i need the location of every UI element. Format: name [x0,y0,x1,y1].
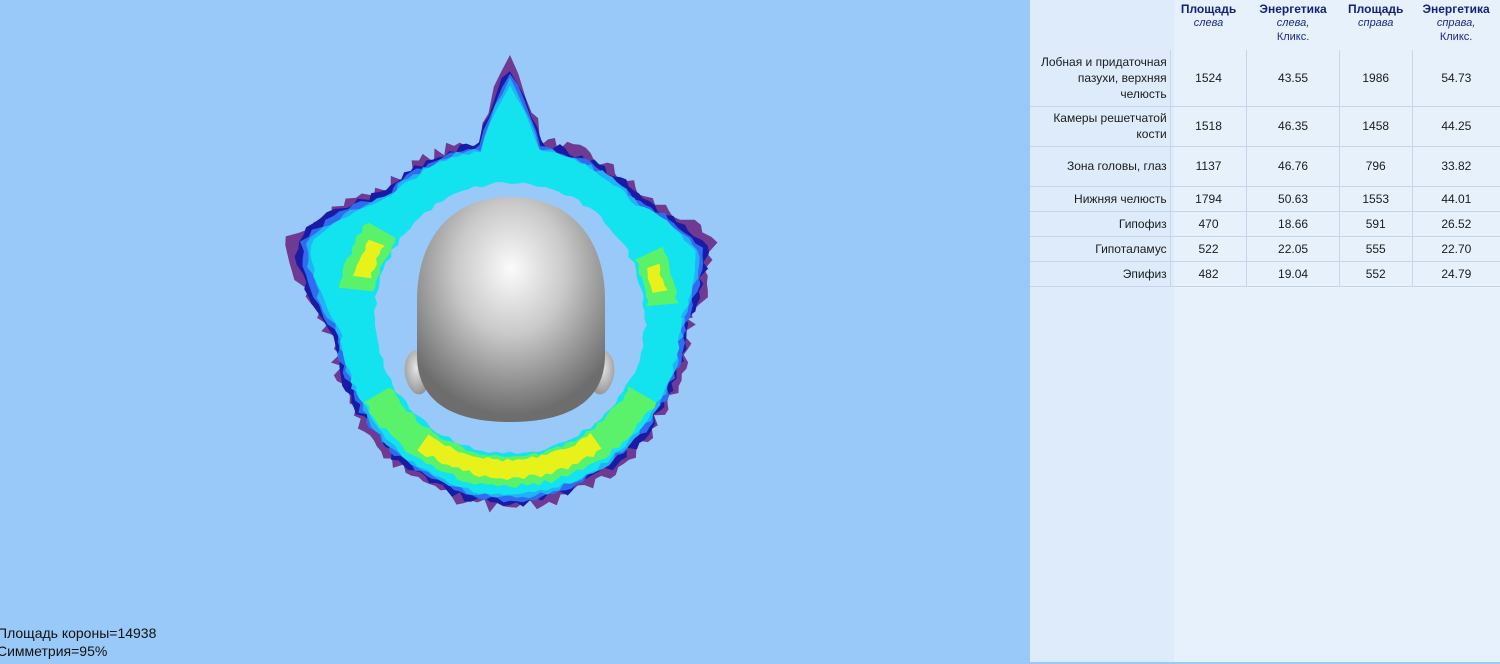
header-blank [1030,0,1171,50]
cell-area-left: 470 [1169,211,1247,237]
table-header-row: Площадь слева Энергетика слева, Кликс. П… [1030,0,1500,50]
table-row: Эпифиз 482 19.04 552 24.79 [1030,261,1500,287]
cell-area-left: 1524 [1169,50,1247,107]
cell-energy-left: 22.05 [1246,236,1340,262]
cell-energy-left: 19.04 [1246,261,1340,287]
row-label: Гипоталамус [1030,236,1171,262]
header-energy-right: Энергетика справа, Кликс. [1422,2,1490,43]
head-shape [417,197,605,422]
cell-area-left: 1518 [1169,106,1247,147]
row-label: Нижняя челюсть [1030,186,1171,212]
table-row: Лобная и придаточная пазухи, верхняя чел… [1030,50,1500,107]
row-label: Камеры решетчатой кости [1030,106,1171,147]
header-area-left: Площадь слева [1180,2,1237,29]
corona-area-readout: Площадь короны=14938 [0,625,157,641]
cell-energy-right: 26.52 [1411,211,1500,237]
cell-area-right: 591 [1338,211,1413,237]
cell-area-right: 1553 [1338,186,1413,212]
row-label: Лобная и придаточная пазухи, верхняя чел… [1030,50,1171,107]
cell-area-right: 552 [1338,261,1413,287]
symmetry-readout: Симметрия=95% [0,643,108,659]
cell-area-right: 796 [1338,146,1413,187]
cell-energy-left: 18.66 [1246,211,1340,237]
cell-area-left: 522 [1169,236,1247,262]
aura-viewport[interactable]: Площадь короны=14938 Симметрия=95% [0,0,1030,662]
row-label: Зона головы, глаз [1030,146,1171,187]
table-row: Гипофиз 470 18.66 591 26.52 [1030,211,1500,237]
cell-energy-left: 46.76 [1246,146,1340,187]
cell-area-right: 1458 [1338,106,1413,147]
header-energy-left: Энергетика слева, Кликс. [1259,2,1327,43]
cell-energy-right: 33.82 [1411,146,1500,187]
cell-area-left: 482 [1169,261,1247,287]
cell-area-left: 1137 [1169,146,1247,187]
zones-table: Площадь слева Энергетика слева, Кликс. П… [1030,0,1500,287]
cell-energy-left: 50.63 [1246,186,1340,212]
cell-energy-right: 54.73 [1411,50,1500,107]
cell-energy-right: 24.79 [1411,261,1500,287]
table-row: Зона головы, глаз 1137 46.76 796 33.82 [1030,146,1500,187]
table-row: Камеры решетчатой кости 1518 46.35 1458 … [1030,106,1500,147]
cell-area-right: 555 [1338,236,1413,262]
table-row: Гипоталамус 522 22.05 555 22.70 [1030,236,1500,262]
cell-energy-right: 44.01 [1411,186,1500,212]
results-panel: Площадь слева Энергетика слева, Кликс. П… [1030,0,1500,662]
cell-area-right: 1986 [1338,50,1413,107]
row-label: Гипофиз [1030,211,1171,237]
header-area-right: Площадь справа [1348,2,1404,29]
cell-energy-right: 22.70 [1411,236,1500,262]
aura-corona-visualization [285,55,718,513]
cell-energy-left: 43.55 [1246,50,1340,107]
cell-energy-left: 46.35 [1246,106,1340,147]
table-row: Нижняя челюсть 1794 50.63 1553 44.01 [1030,186,1500,212]
cell-area-left: 1794 [1169,186,1247,212]
row-label: Эпифиз [1030,261,1171,287]
cell-energy-right: 44.25 [1411,106,1500,147]
